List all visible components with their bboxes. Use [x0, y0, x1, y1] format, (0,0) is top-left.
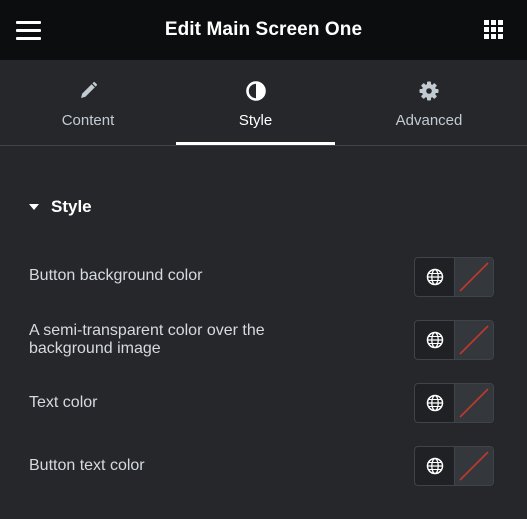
color-picker[interactable]	[414, 383, 494, 423]
control-row-text-color: Text color	[29, 382, 499, 423]
control-row-button-background-color: Button background color	[29, 256, 499, 297]
half-circle-contrast-icon	[245, 81, 266, 101]
no-color-slash-icon	[459, 388, 489, 418]
color-swatch-empty[interactable]	[455, 258, 493, 296]
global-colors-button[interactable]	[415, 258, 455, 296]
caret-down-icon	[29, 204, 39, 210]
global-colors-button[interactable]	[415, 384, 455, 422]
active-tab-indicator	[176, 142, 335, 145]
color-swatch-empty[interactable]	[455, 321, 493, 359]
control-label: Button background color	[29, 267, 203, 284]
grid-apps-icon[interactable]	[484, 20, 504, 40]
globe-icon	[426, 331, 443, 349]
hamburger-menu-icon[interactable]	[16, 21, 41, 40]
globe-icon	[426, 457, 443, 475]
tab-style-label: Style	[238, 112, 273, 129]
panel-tabs: Content Style Advanced	[0, 60, 527, 146]
tab-content[interactable]: Content	[8, 60, 168, 145]
color-picker[interactable]	[414, 257, 494, 297]
color-picker[interactable]	[414, 446, 494, 486]
no-color-slash-icon	[459, 262, 489, 292]
globe-icon	[426, 268, 443, 286]
no-color-slash-icon	[459, 451, 489, 481]
tab-advanced-label: Advanced	[395, 112, 463, 129]
tab-style[interactable]: Style	[176, 60, 335, 145]
style-section-toggle[interactable]: Style	[29, 196, 92, 218]
control-label: Text color	[29, 394, 98, 411]
tab-advanced[interactable]: Advanced	[349, 60, 509, 145]
control-row-overlay-color: A semi-transparent color over the backgr…	[29, 319, 499, 361]
page-title: Edit Main Screen One	[164, 19, 363, 40]
control-label: A semi-transparent color over the backgr…	[29, 322, 265, 357]
global-colors-button[interactable]	[415, 321, 455, 359]
globe-icon	[426, 394, 443, 412]
color-swatch-empty[interactable]	[455, 384, 493, 422]
editor-header: Edit Main Screen One	[0, 0, 527, 60]
color-picker[interactable]	[414, 320, 494, 360]
color-swatch-empty[interactable]	[455, 447, 493, 485]
control-row-button-text-color: Button text color	[29, 445, 499, 486]
no-color-slash-icon	[459, 325, 489, 355]
gear-icon	[419, 81, 439, 101]
control-label: Button text color	[29, 457, 145, 474]
tab-content-label: Content	[61, 112, 115, 129]
global-colors-button[interactable]	[415, 447, 455, 485]
pencil-icon	[81, 81, 98, 98]
section-title: Style	[51, 197, 92, 216]
